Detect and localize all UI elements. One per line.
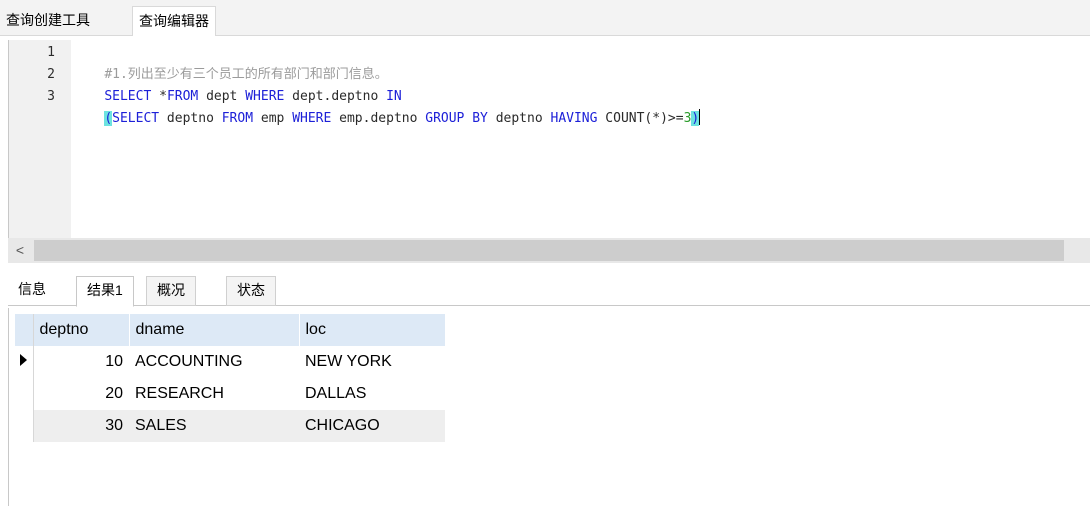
matched-paren: ( bbox=[104, 111, 113, 126]
scroll-left-icon[interactable]: < bbox=[8, 238, 32, 263]
cell-dname[interactable]: RESEARCH bbox=[129, 378, 299, 410]
tab-overview[interactable]: 概况 bbox=[146, 276, 196, 306]
sql-keyword: HAVING bbox=[550, 111, 598, 126]
tab-result1[interactable]: 结果1 bbox=[76, 276, 134, 307]
horizontal-scrollbar[interactable]: < bbox=[8, 238, 1090, 263]
row-indicator-header bbox=[15, 314, 34, 346]
line-number-gutter: 1 2 3 bbox=[9, 40, 71, 240]
line-number: 3 bbox=[47, 89, 55, 104]
code-line-3: (SELECT deptno FROM emp WHERE emp.deptno… bbox=[73, 86, 701, 152]
table-row[interactable]: 20 RESEARCH DALLAS bbox=[15, 378, 445, 410]
line-number: 2 bbox=[47, 67, 55, 82]
sql-keyword: WHERE bbox=[292, 111, 332, 126]
scrollbar-thumb[interactable] bbox=[34, 240, 1064, 261]
sql-token: deptno bbox=[159, 111, 222, 126]
row-indicator bbox=[15, 346, 34, 378]
current-row-arrow-icon bbox=[20, 354, 27, 366]
sql-keyword: SELECT bbox=[112, 111, 160, 126]
sql-token: COUNT(*)>= bbox=[597, 111, 684, 126]
cell-deptno[interactable]: 30 bbox=[33, 410, 129, 442]
result-grid: deptno dname loc 10 ACCOUNTING NEW YORK … bbox=[15, 314, 446, 442]
cell-deptno[interactable]: 10 bbox=[33, 346, 129, 378]
column-header-deptno[interactable]: deptno bbox=[33, 314, 130, 346]
cell-loc[interactable]: NEW YORK bbox=[299, 346, 445, 378]
matched-paren: ) bbox=[691, 111, 700, 126]
column-header-dname[interactable]: dname bbox=[129, 314, 300, 346]
cell-loc[interactable]: CHICAGO bbox=[299, 410, 445, 442]
cell-loc[interactable]: DALLAS bbox=[299, 378, 445, 410]
cell-dname[interactable]: SALES bbox=[129, 410, 299, 442]
result-grid-area: deptno dname loc 10 ACCOUNTING NEW YORK … bbox=[8, 308, 1090, 506]
tab-status[interactable]: 状态 bbox=[226, 276, 276, 306]
cell-deptno[interactable]: 20 bbox=[33, 378, 129, 410]
row-indicator bbox=[15, 410, 34, 442]
cell-dname[interactable]: ACCOUNTING bbox=[129, 346, 299, 378]
result-tab-bar: 信息 结果1 概况 状态 bbox=[8, 268, 1090, 307]
sql-editor[interactable]: 1 2 3 #1.列出至少有三个员工的所有部门和部门信息。 SELECT *FR… bbox=[8, 40, 1090, 240]
sql-keyword: GROUP BY bbox=[425, 111, 488, 126]
tab-query-builder[interactable]: 查询创建工具 bbox=[0, 6, 96, 36]
table-row[interactable]: 10 ACCOUNTING NEW YORK bbox=[15, 346, 445, 378]
sql-token: deptno bbox=[487, 111, 551, 126]
row-indicator bbox=[15, 378, 34, 410]
tab-query-editor[interactable]: 查询编辑器 bbox=[132, 6, 216, 36]
table-row[interactable]: 30 SALES CHICAGO bbox=[15, 410, 445, 442]
query-tab-bar: 查询创建工具 查询编辑器 bbox=[0, 0, 1090, 36]
sql-token: emp bbox=[253, 111, 293, 126]
tab-info[interactable]: 信息 bbox=[8, 276, 56, 306]
text-caret bbox=[699, 109, 701, 125]
sql-keyword: FROM bbox=[221, 111, 254, 126]
sql-token: emp.deptno bbox=[331, 111, 426, 126]
grid-header-row: deptno dname loc bbox=[15, 314, 446, 346]
line-number: 1 bbox=[47, 45, 55, 60]
column-header-loc[interactable]: loc bbox=[299, 314, 446, 346]
